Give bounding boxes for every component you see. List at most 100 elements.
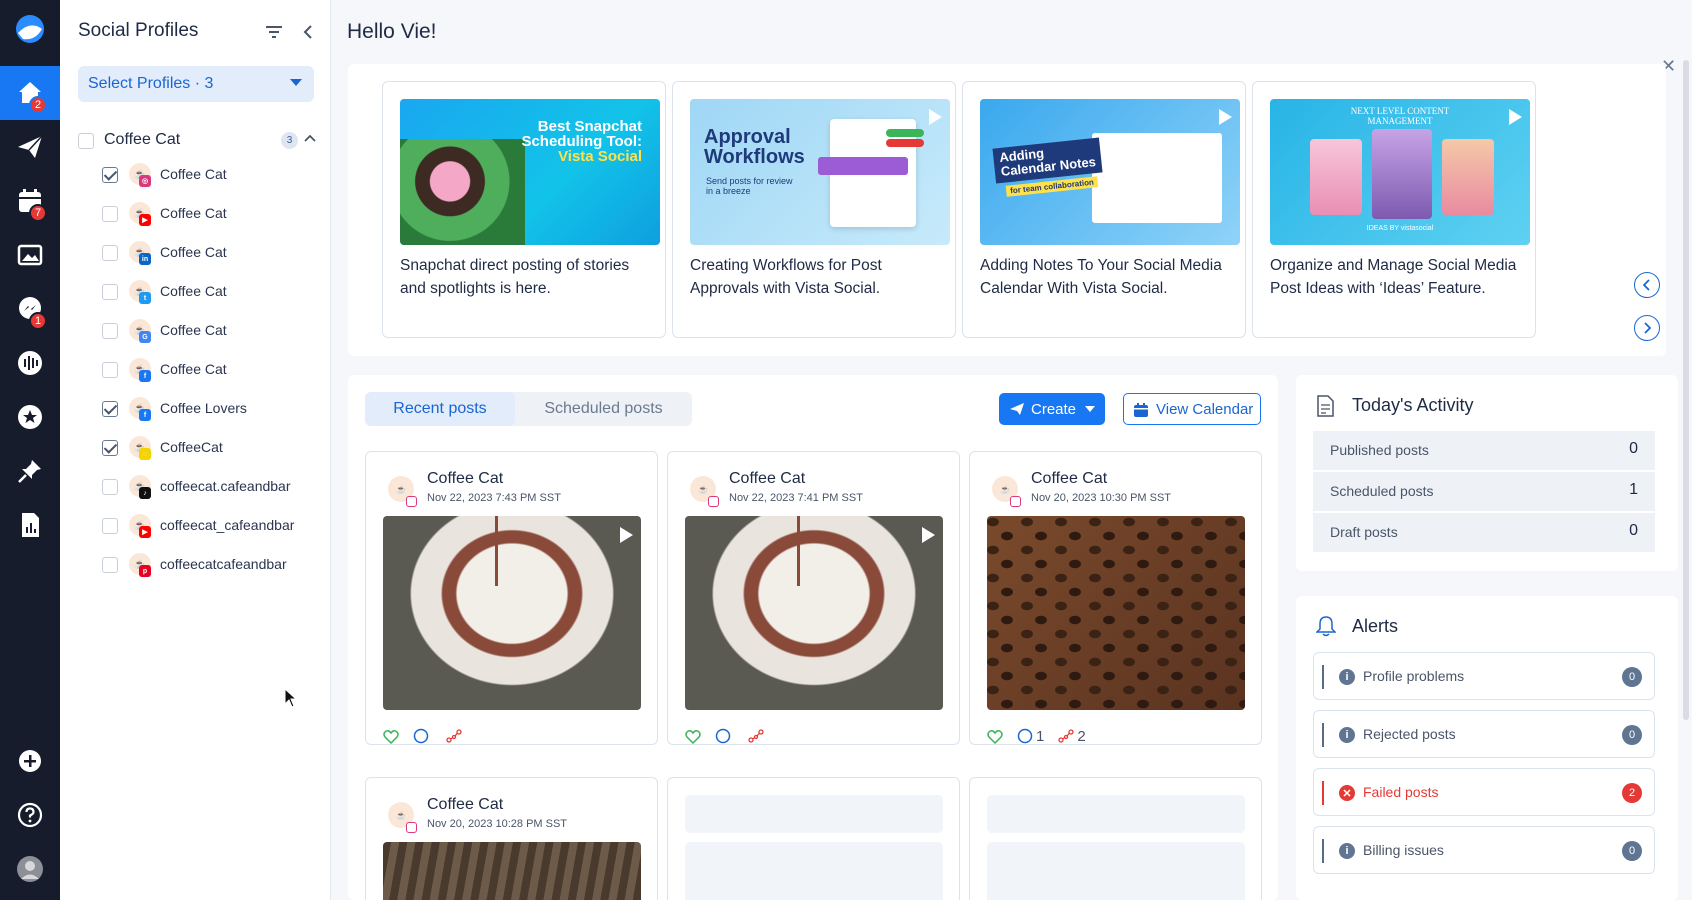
- post-author: Coffee Cat: [729, 470, 806, 487]
- profile-checkbox[interactable]: [102, 518, 118, 534]
- profile-checkbox[interactable]: [102, 323, 118, 339]
- tab-scheduled-posts[interactable]: Scheduled posts: [515, 392, 692, 426]
- profile-name: coffeecat.cafeandbar: [160, 478, 291, 494]
- like-button[interactable]: [685, 729, 701, 744]
- profile-checkbox[interactable]: [102, 284, 118, 300]
- like-button[interactable]: [383, 729, 399, 744]
- alert-failed-posts[interactable]: ✕ Failed posts 2: [1313, 768, 1655, 816]
- profile-item[interactable]: ☕ t Coffee Cat: [102, 280, 322, 304]
- alert-billing-issues[interactable]: i Billing issues 0: [1313, 826, 1655, 874]
- error-icon: ✕: [1339, 785, 1355, 801]
- post-media[interactable]: [383, 842, 641, 900]
- profile-checkbox[interactable]: [102, 557, 118, 573]
- create-button[interactable]: Create: [999, 393, 1105, 425]
- post-card[interactable]: ☕ Coffee Cat Nov 20, 2023 10:30 PM SST 1…: [969, 451, 1262, 745]
- post-card-loading: [969, 777, 1262, 900]
- profile-checkbox[interactable]: [102, 362, 118, 378]
- activity-row-scheduled[interactable]: Scheduled posts 1: [1313, 472, 1655, 512]
- share-button[interactable]: [446, 728, 465, 744]
- tiktok-icon: ♪: [139, 487, 151, 499]
- post-media[interactable]: [383, 516, 641, 710]
- app-logo[interactable]: [0, 2, 60, 56]
- profile-item[interactable]: ☕ ◌ CoffeeCat: [102, 436, 322, 460]
- profile-item[interactable]: ☕ ♪ coffeecat.cafeandbar: [102, 475, 322, 499]
- profile-item[interactable]: ☕ ▶ Coffee Cat: [102, 202, 322, 226]
- comment-count: 1: [1036, 727, 1045, 745]
- alerts-title: Alerts: [1352, 616, 1399, 636]
- comment-button[interactable]: 1: [1017, 728, 1044, 745]
- post-date: Nov 20, 2023 10:30 PM SST: [1031, 492, 1172, 504]
- profile-group-coffee-cat[interactable]: Coffee Cat 3: [78, 130, 318, 152]
- profile-item[interactable]: ☕ G Coffee Cat: [102, 319, 322, 343]
- profile-name: Coffee Cat: [160, 166, 227, 182]
- activity-row-published[interactable]: Published posts 0: [1313, 431, 1655, 471]
- share-button[interactable]: 2: [1058, 728, 1086, 745]
- group-checkbox[interactable]: [78, 133, 94, 149]
- nav-calendar[interactable]: 7: [0, 174, 60, 228]
- profile-checkbox[interactable]: [102, 206, 118, 222]
- profile-item[interactable]: ☕ p coffeecatcafeandbar: [102, 553, 322, 577]
- nav-publish[interactable]: [0, 120, 60, 174]
- carousel-prev-button[interactable]: [1634, 272, 1660, 298]
- like-button[interactable]: [987, 729, 1003, 744]
- activity-row-drafts[interactable]: Draft posts 0: [1313, 513, 1655, 553]
- comment-button[interactable]: [715, 728, 734, 744]
- alert-profile-problems[interactable]: i Profile problems 0: [1313, 652, 1655, 700]
- news-card[interactable]: Approval Workflows Send posts for review …: [672, 81, 956, 338]
- news-image-headline: Best Snapchat Scheduling Tool: Vista Socia…: [521, 118, 642, 165]
- profile-item[interactable]: ☕ ▶ coffeecat_cafeandbar: [102, 514, 322, 538]
- nav-pinned[interactable]: [0, 444, 60, 498]
- profile-checkbox[interactable]: [102, 167, 118, 183]
- skeleton-block: [987, 842, 1245, 900]
- news-image: Adding Calendar Notes for team collaborat…: [980, 99, 1240, 245]
- profile-item[interactable]: ☕ f Coffee Lovers: [102, 397, 322, 421]
- alert-rejected-posts[interactable]: i Rejected posts 0: [1313, 710, 1655, 758]
- profile-checkbox[interactable]: [102, 401, 118, 417]
- user-avatar[interactable]: [0, 842, 60, 896]
- nav-home[interactable]: 2: [0, 66, 60, 120]
- collapse-chevron-icon[interactable]: [298, 22, 318, 42]
- post-card[interactable]: ☕ Coffee Cat Nov 22, 2023 7:41 PM SST: [667, 451, 960, 745]
- view-calendar-button[interactable]: View Calendar: [1123, 393, 1261, 425]
- nav-media[interactable]: [0, 228, 60, 282]
- post-card[interactable]: ☕ Coffee Cat Nov 20, 2023 10:28 PM SST: [365, 777, 658, 900]
- news-card[interactable]: NEXT LEVEL CONTENT MANAGEMENT IDEAS BY vi…: [1252, 81, 1536, 338]
- post-date: Nov 20, 2023 10:28 PM SST: [427, 818, 568, 830]
- share-button[interactable]: [748, 728, 767, 744]
- profile-checkbox[interactable]: [102, 245, 118, 261]
- profile-item[interactable]: ☕ in Coffee Cat: [102, 241, 322, 265]
- scrollbar[interactable]: [1683, 60, 1689, 720]
- facebook-icon: f: [139, 409, 151, 421]
- news-card[interactable]: Best Snapchat Scheduling Tool: Vista Socia…: [382, 81, 666, 338]
- filter-icon[interactable]: [264, 22, 284, 42]
- youtube-icon: ▶: [139, 526, 151, 538]
- comment-icon: [1017, 728, 1033, 744]
- news-card[interactable]: Adding Calendar Notes for team collaborat…: [962, 81, 1246, 338]
- post-card[interactable]: ☕ Coffee Cat Nov 22, 2023 7:43 PM SST: [365, 451, 658, 745]
- post-media[interactable]: [987, 516, 1245, 710]
- nav-listening[interactable]: [0, 336, 60, 390]
- profile-item[interactable]: ☕ f Coffee Cat: [102, 358, 322, 382]
- add-button[interactable]: [0, 734, 60, 788]
- alerts-panel: Alerts i Profile problems 0 i Rejected p…: [1296, 596, 1678, 900]
- select-profiles-dropdown[interactable]: Select Profiles · 3: [78, 66, 314, 102]
- help-button[interactable]: [0, 788, 60, 842]
- profile-checkbox[interactable]: [102, 440, 118, 456]
- nav-reviews[interactable]: [0, 390, 60, 444]
- post-actions: 1 2: [987, 726, 1086, 746]
- profile-checkbox[interactable]: [102, 479, 118, 495]
- play-icon: [620, 527, 633, 543]
- carousel-next-button[interactable]: [1634, 315, 1660, 341]
- greeting: Hello Vie!: [347, 20, 437, 43]
- nav-reports[interactable]: [0, 498, 60, 552]
- comment-button[interactable]: [413, 728, 432, 744]
- posts-panel: Recent posts Scheduled posts Create View…: [348, 375, 1278, 900]
- chevron-up-icon[interactable]: [304, 132, 316, 150]
- nav-inbox[interactable]: 1: [0, 282, 60, 336]
- paper-plane-icon: [1010, 403, 1024, 415]
- post-media[interactable]: [685, 516, 943, 710]
- instagram-icon: [708, 496, 719, 507]
- tab-recent-posts[interactable]: Recent posts: [365, 392, 515, 426]
- profile-item[interactable]: ☕ ◎ Coffee Cat: [102, 163, 322, 187]
- skeleton-block: [685, 795, 943, 833]
